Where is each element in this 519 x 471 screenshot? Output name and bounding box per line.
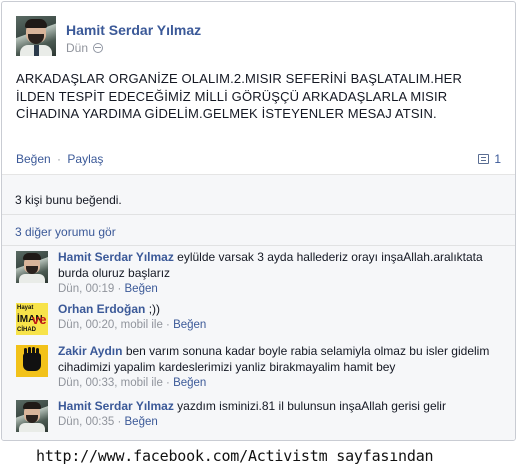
avatar-text: CİHAD [17,327,36,333]
commenter-avatar[interactable] [16,400,48,432]
post-actions: Beğen · Paylaş 1 [16,152,501,166]
commenter-name[interactable]: Orhan Erdoğan [58,302,145,316]
likes-summary[interactable]: 3 kişi bunu beğendi. [15,193,122,207]
source-caption: http://www.facebook.com/Activistm sayfas… [36,447,434,465]
post-timestamp: Dün [66,41,104,55]
like-link[interactable]: Beğen [16,152,51,166]
comment-meta: Dün, 00:19 · Beğen [58,283,158,295]
commenter-avatar[interactable] [16,345,48,377]
view-more-comments-link[interactable]: 3 diğer yorumu gör [15,225,116,239]
commenter-name[interactable]: Hamit Serdar Yılmaz [58,250,174,264]
comment-meta: Dün, 00:35 · Beğen [58,416,158,428]
commenter-avatar[interactable]: Hayat İMAN ve CİHAD [16,303,48,335]
share-link[interactable]: Paylaş [67,152,103,166]
divider [2,214,515,215]
avatar-text: ve [32,312,47,327]
avatar-text: Hayat [17,305,34,311]
commenter-name[interactable]: Hamit Serdar Yılmaz [58,399,174,413]
globe-icon [93,43,104,53]
action-separator: · [57,152,62,166]
comment-time[interactable]: Dün, 00:20, mobil ile [58,319,163,331]
commenter-name[interactable]: Zakir Aydın [58,344,122,358]
comment-like-link[interactable]: Beğen [125,283,158,295]
comment-like-link[interactable]: Beğen [173,377,206,389]
post-text: ARKADAŞLAR ORGANİZE OLALIM.2.MISIR SEFER… [16,71,462,121]
comment-time[interactable]: Dün, 00:33, mobil ile [58,377,163,389]
comment-time[interactable]: Dün, 00:35 [58,416,114,428]
facebook-post: Hamit Serdar Yılmaz Dün ARKADAŞLAR ORGAN… [1,1,516,441]
comment-count-value: 1 [494,152,501,166]
comment-like-link[interactable]: Beğen [173,319,206,331]
comment-text: ;)) [148,302,161,316]
comment-meta: Dün, 00:20, mobil ile · Beğen [58,319,207,331]
comment-text: yazdım isminizi.81 il bulunsun inşaAllah… [177,399,446,413]
comment-text: ben varım sonuna kadar boyle rabia selam… [58,344,490,374]
post-time[interactable]: Dün [66,41,88,55]
commenter-avatar[interactable] [16,251,48,283]
comment-icon [478,154,490,164]
post-author-name[interactable]: Hamit Serdar Yılmaz [66,22,201,38]
author-avatar[interactable] [16,16,56,56]
post-header: Hamit Serdar Yılmaz Dün [16,16,505,60]
comment-like-link[interactable]: Beğen [125,416,158,428]
comment-count[interactable]: 1 [478,152,501,166]
comments-section: 3 kişi bunu beğendi. 3 diğer yorumu gör … [2,174,515,440]
comment-time[interactable]: Dün, 00:19 [58,283,114,295]
divider [2,245,515,246]
comment-meta: Dün, 00:33, mobil ile · Beğen [58,377,207,389]
